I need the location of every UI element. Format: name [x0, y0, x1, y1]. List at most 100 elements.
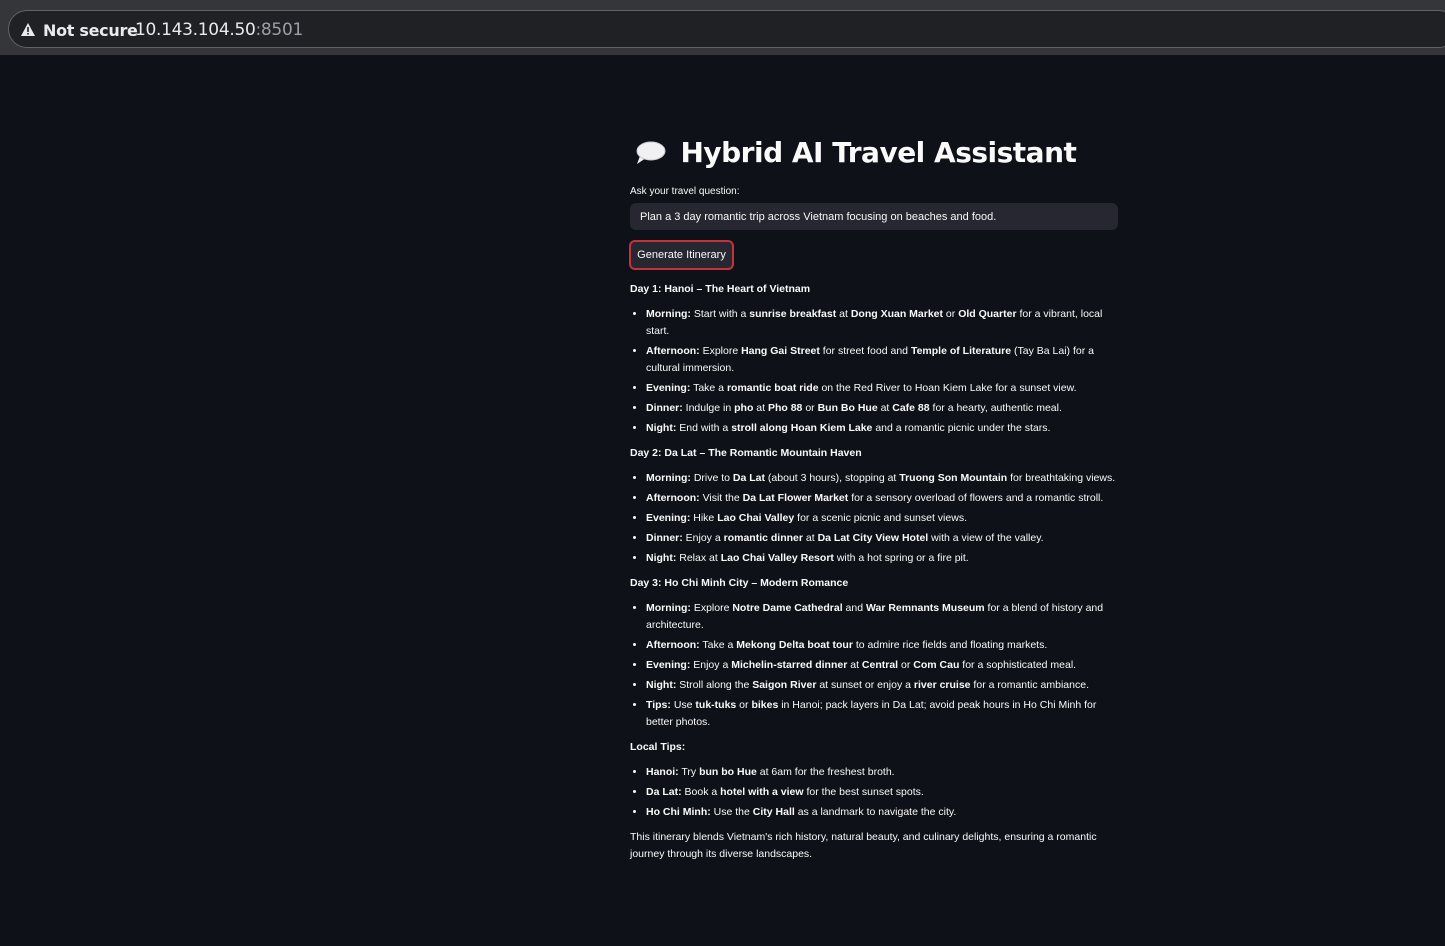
itinerary-list: Morning: Start with a sunrise breakfast … — [630, 306, 1120, 437]
bold-text: Dinner: — [646, 402, 683, 414]
itinerary-list: Morning: Drive to Da Lat (about 3 hours)… — [630, 470, 1120, 567]
bold-text: Bun Bo Hue — [817, 402, 878, 414]
item-text: Explore — [690, 602, 733, 614]
bold-text: Hanoi: — [646, 766, 679, 778]
item-text: Relax at — [676, 552, 721, 564]
bold-text: tuk-tuks — [695, 699, 737, 711]
item-text: or — [736, 699, 752, 711]
item-text: on the Red River to Hoan Kiem Lake for a… — [818, 382, 1077, 394]
bold-text: Temple of Literature — [910, 345, 1012, 357]
item-text: and a romantic picnic under the stars. — [872, 422, 1051, 434]
title-text: Hybrid AI Travel Assistant — [680, 136, 1077, 169]
bold-text: Morning: — [646, 602, 691, 614]
item-text: Enjoy a — [690, 659, 732, 671]
section-heading: Local Tips: — [630, 741, 686, 753]
list-item: Tips: Use tuk-tuks or bikes in Hanoi; pa… — [646, 697, 1120, 731]
item-text: for a romantic ambiance. — [970, 679, 1089, 691]
bold-text: Dinner: — [646, 532, 683, 544]
bold-text: Da Lat Flower Market — [742, 492, 849, 504]
item-text: Book a — [681, 786, 721, 798]
list-item: Morning: Drive to Da Lat (about 3 hours)… — [646, 470, 1120, 487]
list-item: Night: Stroll along the Saigon River at … — [646, 677, 1120, 694]
item-text: (about 3 hours), stopping at — [765, 472, 900, 484]
security-label[interactable]: Not secure — [43, 21, 138, 40]
bold-text: Lao Chai Valley — [717, 512, 795, 524]
bold-text: Evening: — [646, 382, 691, 394]
list-item: Afternoon: Take a Mekong Delta boat tour… — [646, 637, 1120, 654]
bold-text: Old Quarter — [958, 308, 1017, 320]
item-text: at 6am for the freshest broth. — [756, 766, 895, 778]
bold-text: Morning: — [646, 472, 691, 484]
address-bar[interactable]: Not secure 10.143.104.50:8501 — [8, 10, 1445, 48]
item-text: Indulge in — [682, 402, 735, 414]
section-heading: Day 1: Hanoi – The Heart of Vietnam — [630, 283, 811, 295]
bold-text: Dong Xuan Market — [850, 308, 944, 320]
item-text: Visit the — [699, 492, 743, 504]
section-heading: Day 3: Ho Chi Minh City – Modern Romance — [630, 577, 849, 589]
url-port: :8501 — [255, 20, 303, 40]
item-text: at — [753, 402, 768, 414]
bold-text: Afternoon: — [646, 492, 700, 504]
bold-text: Mekong Delta boat tour — [736, 639, 853, 651]
item-text: as a landmark to navigate the city. — [794, 806, 957, 818]
question-input[interactable] — [630, 203, 1118, 230]
item-text: for a scenic picnic and sunset views. — [794, 512, 967, 524]
list-item: Afternoon: Visit the Da Lat Flower Marke… — [646, 490, 1120, 507]
bold-text: War Remnants Museum — [865, 602, 985, 614]
list-item: Da Lat: Book a hotel with a view for the… — [646, 784, 1120, 801]
bold-text: Morning: — [646, 308, 691, 320]
bold-text: pho — [734, 402, 754, 414]
item-text: to admire rice fields and floating marke… — [852, 639, 1048, 651]
url-text[interactable]: 10.143.104.50:8501 — [135, 20, 303, 40]
generate-itinerary-button[interactable]: Generate Itinerary — [629, 240, 734, 270]
list-item: Afternoon: Explore Hang Gai Street for s… — [646, 343, 1120, 377]
item-text: or — [802, 402, 818, 414]
list-item: Night: Relax at Lao Chai Valley Resort w… — [646, 550, 1120, 567]
item-text: at — [847, 659, 862, 671]
item-text: with a hot spring or a fire pit. — [833, 552, 969, 564]
bold-text: bikes — [751, 699, 779, 711]
item-text: with a view of the valley. — [928, 532, 1044, 544]
item-text: Drive to — [690, 472, 733, 484]
itinerary-list: Morning: Explore Notre Dame Cathedral an… — [630, 600, 1120, 731]
bold-text: Afternoon: — [646, 639, 700, 651]
item-text: Start with a — [690, 308, 750, 320]
list-item: Evening: Take a romantic boat ride on th… — [646, 380, 1120, 397]
item-text: Explore — [699, 345, 742, 357]
list-item: Dinner: Indulge in pho at Pho 88 or Bun … — [646, 400, 1120, 417]
bold-text: Afternoon: — [646, 345, 700, 357]
item-text: Take a — [690, 382, 727, 394]
item-text: and — [842, 602, 866, 614]
question-label: Ask your travel question: — [630, 186, 740, 197]
closing-paragraph: This itinerary blends Vietnam's rich his… — [630, 831, 1097, 860]
item-text: at — [877, 402, 893, 414]
item-text: Use — [670, 699, 696, 711]
item-text: for the best sunset spots. — [803, 786, 924, 798]
list-item: Morning: Explore Notre Dame Cathedral an… — [646, 600, 1120, 634]
warning-icon[interactable] — [20, 22, 36, 37]
bold-text: stroll along Hoan Kiem Lake — [731, 422, 873, 434]
item-text: or — [898, 659, 914, 671]
item-text: at — [836, 308, 851, 320]
item-text: at sunset or enjoy a — [816, 679, 914, 691]
bold-text: bun bo Hue — [699, 766, 757, 778]
item-text: or — [943, 308, 959, 320]
bold-text: Central — [861, 659, 899, 671]
item-text: at — [802, 532, 818, 544]
item-text: Hike — [690, 512, 718, 524]
item-text: for breathtaking views. — [1007, 472, 1116, 484]
bold-text: Night: — [646, 422, 677, 434]
bold-text: Pho 88 — [767, 402, 803, 414]
bold-text: Da Lat City View Hotel — [817, 532, 929, 544]
bold-text: river cruise — [913, 679, 971, 691]
bold-text: Evening: — [646, 512, 691, 524]
item-text: Try — [678, 766, 700, 778]
bold-text: Tips: — [646, 699, 671, 711]
bold-text: City Hall — [752, 806, 795, 818]
bold-text: sunrise breakfast — [749, 308, 837, 320]
bold-text: Cafe 88 — [892, 402, 930, 414]
speech-bubble-icon — [634, 140, 666, 166]
bold-text: Night: — [646, 679, 677, 691]
list-item: Morning: Start with a sunrise breakfast … — [646, 306, 1120, 340]
browser-toolbar: Not secure 10.143.104.50:8501 — [0, 0, 1445, 55]
